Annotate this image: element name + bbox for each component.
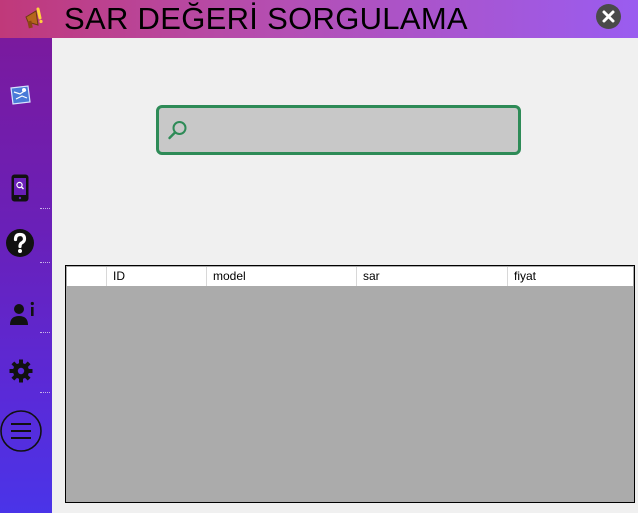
column-header-sar[interactable]: sar <box>357 267 508 286</box>
column-header-fiyat[interactable]: fiyat <box>508 267 633 286</box>
user-info-icon <box>10 301 34 325</box>
megaphone-icon <box>25 7 43 29</box>
sidebar-item-settings[interactable] <box>0 356 52 400</box>
sidebar-item-menu[interactable] <box>0 408 52 454</box>
column-header-model[interactable]: model <box>207 267 357 286</box>
settings-icon <box>9 359 33 383</box>
table-header: ID model sar fiyat <box>67 267 633 286</box>
divider-dots <box>40 330 50 333</box>
divider-dots <box>40 260 50 263</box>
phone-search-icon <box>11 174 29 202</box>
search-icon <box>168 121 187 140</box>
sidebar <box>0 38 52 513</box>
menu-icon <box>0 410 42 452</box>
results-table[interactable]: ID model sar fiyat <box>65 265 635 503</box>
map-icon <box>10 85 31 105</box>
sidebar-item-help[interactable] <box>0 224 52 268</box>
divider-dots <box>40 390 50 393</box>
title-bar: SAR DEĞERİ SORGULAMA <box>0 0 638 38</box>
divider-dots <box>40 206 50 209</box>
window-title: SAR DEĞERİ SORGULAMA <box>64 1 468 36</box>
help-icon <box>6 229 34 257</box>
search-box[interactable] <box>156 105 521 155</box>
close-button[interactable] <box>596 4 621 29</box>
sidebar-item-phone-search[interactable] <box>0 168 52 212</box>
close-icon <box>602 10 615 23</box>
search-input[interactable] <box>195 116 509 144</box>
column-header-id[interactable]: ID <box>107 267 207 286</box>
sidebar-item-user-info[interactable] <box>0 296 52 340</box>
sidebar-item-map[interactable] <box>0 78 52 118</box>
row-header-column[interactable] <box>67 267 107 286</box>
